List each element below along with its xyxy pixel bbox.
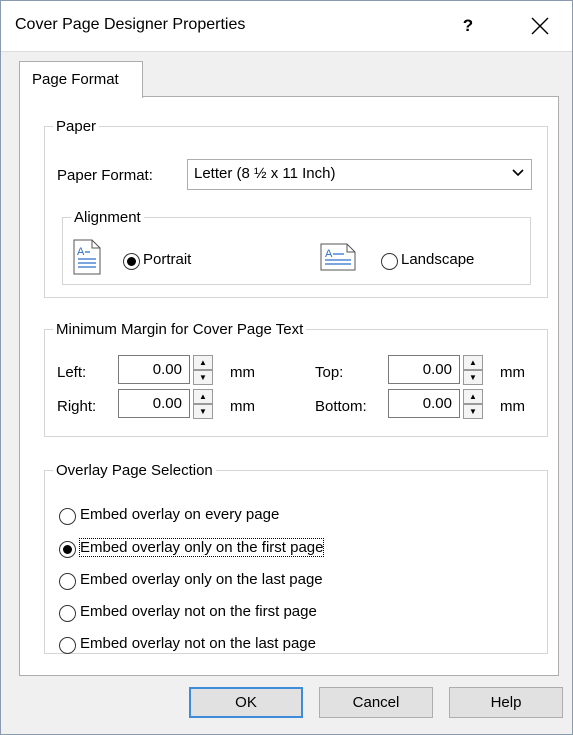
paper-format-select[interactable]: Letter (8 ½ x 11 Inch) — [187, 159, 532, 190]
overlay-label-first-only: Embed overlay only on the first page — [78, 538, 325, 557]
portrait-page-icon: A — [73, 239, 101, 275]
margin-right-label: Right: — [57, 398, 97, 415]
portrait-radio[interactable] — [123, 253, 140, 270]
stepper-up-icon[interactable]: ▲ — [463, 355, 483, 370]
margin-right-unit: mm — [230, 398, 255, 415]
stepper-down-icon[interactable]: ▼ — [463, 370, 483, 385]
title-bar: Cover Page Designer Properties ? — [1, 1, 572, 52]
portrait-label: Portrait — [143, 251, 192, 268]
stepper-down-icon[interactable]: ▼ — [193, 370, 213, 385]
margin-bottom-stepper[interactable]: ▲ ▼ — [463, 389, 483, 419]
paper-format-value: Letter (8 ½ x 11 Inch) — [194, 165, 336, 182]
margin-right-stepper[interactable]: ▲ ▼ — [193, 389, 213, 419]
margin-top-label: Top: — [315, 364, 344, 381]
ok-button[interactable]: OK — [189, 687, 303, 718]
paper-format-label: Paper Format: — [57, 167, 153, 184]
margin-bottom-label: Bottom: — [315, 398, 367, 415]
tab-panel: Paper Paper Format: Letter (8 ½ x 11 Inc… — [19, 96, 559, 676]
help-button[interactable]: Help — [449, 687, 563, 718]
margin-right-input[interactable]: 0.00 — [118, 389, 190, 418]
margin-bottom-unit: mm — [500, 398, 525, 415]
margin-left-stepper[interactable]: ▲ ▼ — [193, 355, 213, 385]
overlay-label-every: Embed overlay on every page — [80, 506, 280, 523]
tab-page-format[interactable]: Page Format — [19, 61, 143, 98]
overlay-group: Overlay Page Selection Embed overlay on … — [44, 462, 548, 654]
margin-bottom-input[interactable]: 0.00 — [388, 389, 460, 418]
margin-top-unit: mm — [500, 364, 525, 381]
window-title: Cover Page Designer Properties — [15, 16, 246, 33]
alignment-legend: Alignment — [74, 209, 141, 226]
landscape-radio[interactable] — [381, 253, 398, 270]
paper-group: Paper Paper Format: Letter (8 ½ x 11 Inc… — [44, 118, 548, 298]
svg-text:A: A — [77, 246, 85, 258]
margin-legend: Minimum Margin for Cover Page Text — [56, 321, 304, 338]
alignment-group: Alignment A Portrait A Landscape — [62, 209, 531, 285]
properties-dialog: Cover Page Designer Properties ? Page Fo… — [0, 0, 573, 735]
overlay-legend: Overlay Page Selection — [56, 462, 213, 479]
landscape-page-icon: A — [320, 243, 356, 271]
overlay-label-last-only: Embed overlay only on the last page — [80, 571, 323, 588]
margin-top-input[interactable]: 0.00 — [388, 355, 460, 384]
stepper-up-icon[interactable]: ▲ — [193, 389, 213, 404]
cancel-button[interactable]: Cancel — [319, 687, 433, 718]
overlay-radio-last-only[interactable] — [59, 573, 76, 590]
chevron-down-icon — [511, 164, 525, 185]
help-title-button[interactable]: ? — [453, 11, 483, 41]
landscape-label: Landscape — [401, 251, 475, 268]
stepper-up-icon[interactable]: ▲ — [463, 389, 483, 404]
stepper-down-icon[interactable]: ▼ — [463, 404, 483, 419]
close-icon — [531, 17, 549, 35]
overlay-radio-every[interactable] — [59, 508, 76, 525]
margin-top-stepper[interactable]: ▲ ▼ — [463, 355, 483, 385]
stepper-down-icon[interactable]: ▼ — [193, 404, 213, 419]
stepper-up-icon[interactable]: ▲ — [193, 355, 213, 370]
margin-left-label: Left: — [57, 364, 87, 381]
paper-legend: Paper — [56, 118, 97, 135]
margin-left-input[interactable]: 0.00 — [118, 355, 190, 384]
overlay-label-not-last: Embed overlay not on the last page — [80, 635, 316, 652]
overlay-radio-first-only[interactable] — [59, 541, 76, 558]
close-button[interactable] — [522, 9, 558, 43]
tab-label: Page Format — [32, 71, 119, 88]
overlay-radio-not-first[interactable] — [59, 605, 76, 622]
margin-left-unit: mm — [230, 364, 255, 381]
overlay-label-not-first: Embed overlay not on the first page — [80, 603, 317, 620]
overlay-radio-not-last[interactable] — [59, 637, 76, 654]
margin-group: Minimum Margin for Cover Page Text Left:… — [44, 321, 548, 437]
svg-text:A: A — [325, 248, 333, 260]
